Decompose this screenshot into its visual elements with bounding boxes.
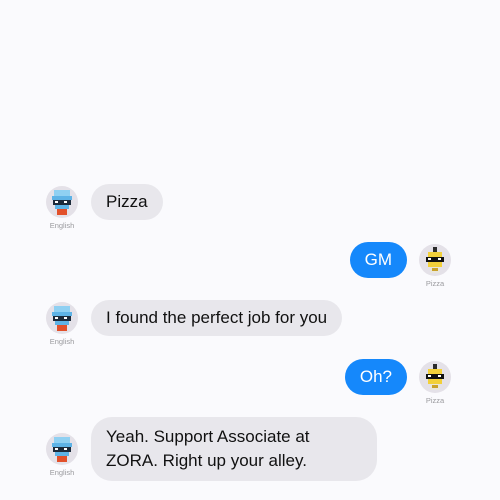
sender-avatar[interactable]: English: [46, 186, 78, 230]
english-avatar-icon: [46, 186, 78, 218]
incoming-message-bubble[interactable]: Pizza: [91, 184, 163, 220]
sender-name: English: [49, 337, 75, 346]
english-avatar-icon: [46, 433, 78, 465]
pizza-avatar-icon: [419, 244, 451, 276]
sender-avatar[interactable]: English: [46, 302, 78, 346]
sender-avatar[interactable]: Pizza: [419, 244, 451, 288]
message-row: English Pizza: [46, 184, 163, 230]
sender-name: English: [49, 468, 75, 477]
sender-name: English: [49, 221, 75, 230]
pizza-avatar-icon: [419, 361, 451, 393]
message-row: Pizza Oh?: [344, 359, 451, 405]
outgoing-message-bubble[interactable]: GM: [349, 242, 407, 278]
message-row: Pizza GM: [349, 242, 451, 288]
message-row: English I found the perfect job for you: [46, 300, 343, 346]
message-row: English Yeah. Support Associate at ZORA.…: [46, 417, 377, 481]
message-thread: English Pizza Pizza GM English I found t…: [0, 0, 500, 500]
sender-name: Pizza: [425, 396, 445, 405]
incoming-message-bubble[interactable]: I found the perfect job for you: [91, 300, 343, 336]
sender-avatar[interactable]: English: [46, 433, 78, 477]
sender-avatar[interactable]: Pizza: [419, 361, 451, 405]
outgoing-message-bubble[interactable]: Oh?: [344, 359, 407, 395]
english-avatar-icon: [46, 302, 78, 334]
sender-name: Pizza: [425, 279, 445, 288]
incoming-message-bubble[interactable]: Yeah. Support Associate at ZORA. Right u…: [91, 417, 377, 481]
